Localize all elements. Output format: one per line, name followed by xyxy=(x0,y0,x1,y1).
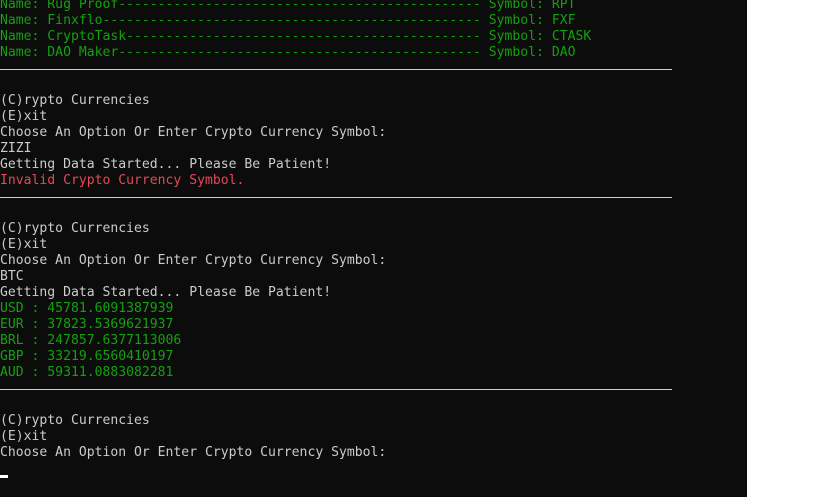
console-line: AUD : 59311.0883082281 xyxy=(0,365,174,380)
console-line: GBP : 33219.6560410197 xyxy=(0,349,174,364)
console-line: (C)rypto Currencies xyxy=(0,221,150,236)
console-line: Choose An Option Or Enter Crypto Currenc… xyxy=(0,253,387,268)
console-line: Name: Rug Proof-------------------------… xyxy=(0,0,576,12)
separator-line xyxy=(0,189,673,205)
text-cursor xyxy=(0,475,8,478)
console-line: Name: DAO Maker-------------------------… xyxy=(0,45,576,60)
console-line: Choose An Option Or Enter Crypto Currenc… xyxy=(0,445,387,460)
separator-line xyxy=(0,381,673,397)
console-line: ZIZI xyxy=(0,141,32,156)
console-line: (E)xit xyxy=(0,109,48,124)
console-line: BRL : 247857.6377113006 xyxy=(0,333,182,348)
console-line: (C)rypto Currencies xyxy=(0,413,150,428)
console-line: (E)xit xyxy=(0,237,48,252)
console-line: Name: CryptoTask------------------------… xyxy=(0,29,592,44)
console-line: (E)xit xyxy=(0,429,48,444)
console-output: Name: Rug Proof-------------------------… xyxy=(0,0,673,461)
console-line: EUR : 37823.5369621937 xyxy=(0,317,174,332)
console-window[interactable]: Name: Rug Proof-------------------------… xyxy=(0,0,747,497)
console-line: Invalid Crypto Currency Symbol. xyxy=(0,173,245,188)
console-line: Getting Data Started... Please Be Patien… xyxy=(0,285,332,300)
console-line: Name: Finxflo---------------------------… xyxy=(0,13,576,28)
console-line: Choose An Option Or Enter Crypto Currenc… xyxy=(0,125,387,140)
separator-line xyxy=(0,61,673,77)
console-line: Getting Data Started... Please Be Patien… xyxy=(0,157,332,172)
console-line: (C)rypto Currencies xyxy=(0,93,150,108)
console-line: USD : 45781.6091387939 xyxy=(0,301,174,316)
console-line: BTC xyxy=(0,269,24,284)
